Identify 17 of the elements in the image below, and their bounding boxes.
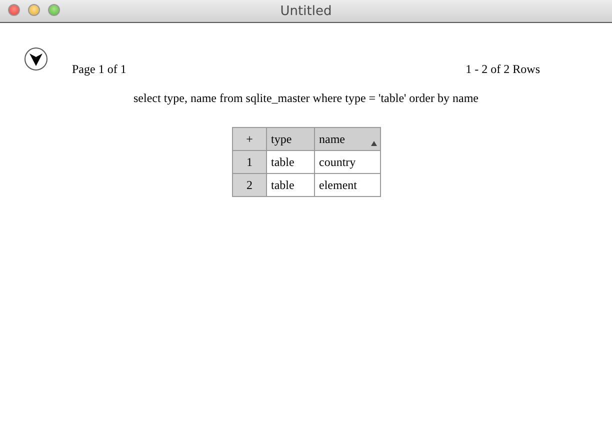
- row-number: 1: [232, 150, 266, 174]
- table-cell: country: [314, 150, 380, 174]
- table-cell: table: [266, 150, 314, 174]
- table-cell: table: [266, 174, 314, 196]
- table-cell: element: [314, 174, 380, 196]
- close-button[interactable]: [8, 4, 20, 16]
- column-header[interactable]: name: [314, 128, 380, 150]
- window-title: Untitled: [280, 4, 332, 18]
- minimize-button[interactable]: [28, 4, 40, 16]
- row-count: 1 - 2 of 2 Rows: [466, 62, 540, 77]
- sort-icon: [371, 141, 377, 146]
- add-column-header[interactable]: +: [232, 128, 266, 150]
- row-number: 2: [232, 174, 266, 196]
- zoom-button[interactable]: [48, 4, 60, 16]
- column-header[interactable]: type: [266, 128, 314, 150]
- query-text: select type, name from sqlite_master where type = 'table' order by name: [132, 91, 480, 106]
- page-indicator: Page 1 of 1: [72, 62, 126, 77]
